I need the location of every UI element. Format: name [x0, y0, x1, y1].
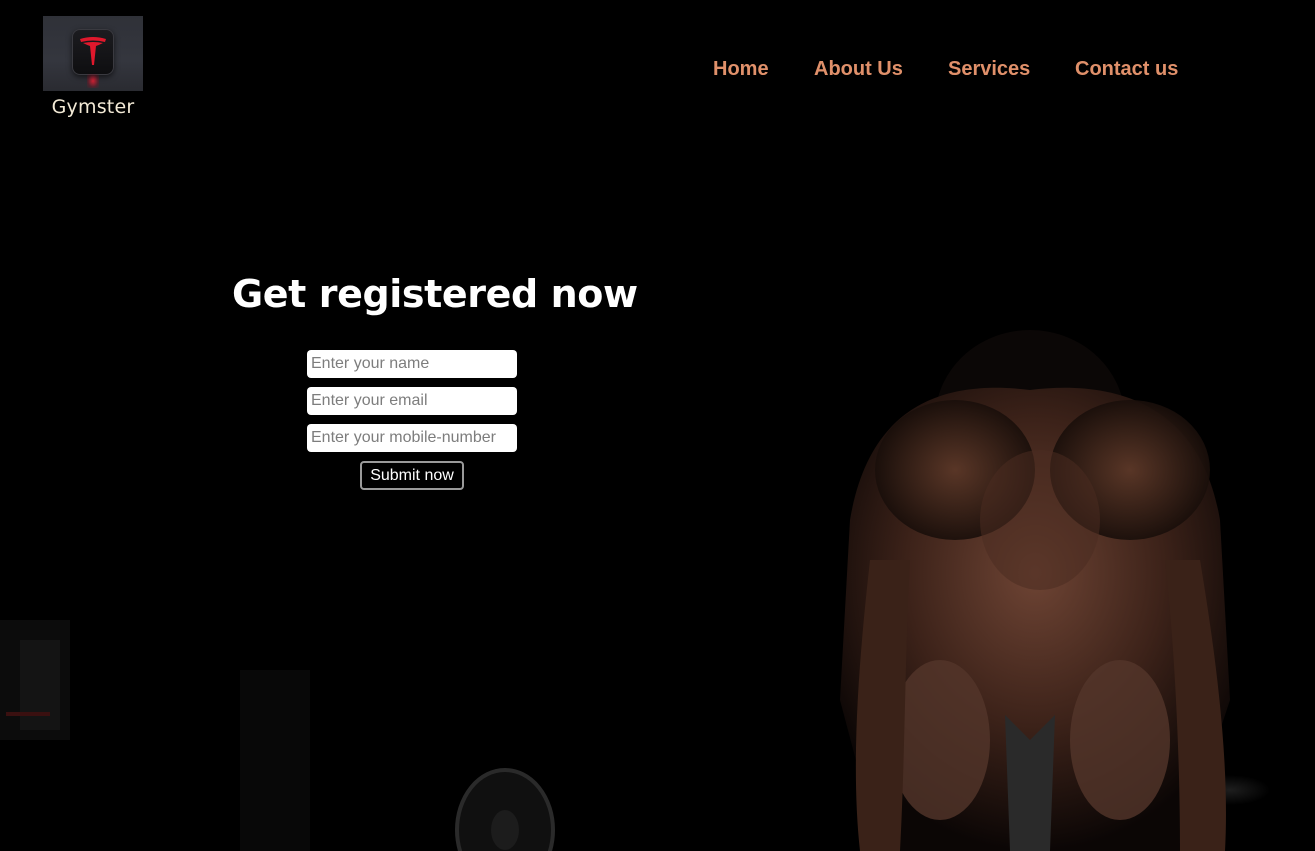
- nav-about-link[interactable]: About Us: [814, 58, 903, 81]
- registration-form: Submit now: [307, 350, 517, 490]
- email-input[interactable]: [307, 387, 517, 415]
- page: Gymster Home About Us Services Contact u…: [0, 0, 1315, 851]
- car-brand-logo-icon: [80, 37, 106, 65]
- nav-services-link[interactable]: Services: [948, 58, 1030, 81]
- brand-name: Gymster: [51, 96, 135, 118]
- background-athlete-image: [0, 0, 1315, 851]
- logo-image: [43, 16, 143, 91]
- mobile-number-input[interactable]: [307, 424, 517, 452]
- logo-glow: [87, 74, 99, 88]
- nav-home-link[interactable]: Home: [713, 58, 769, 81]
- brand-logo[interactable]: Gymster: [43, 16, 143, 118]
- nav-contact-link[interactable]: Contact us: [1075, 58, 1178, 81]
- registration-title: Get registered now: [232, 272, 638, 316]
- name-input[interactable]: [307, 350, 517, 378]
- submit-button[interactable]: Submit now: [360, 461, 464, 490]
- logo-badge: [72, 29, 114, 75]
